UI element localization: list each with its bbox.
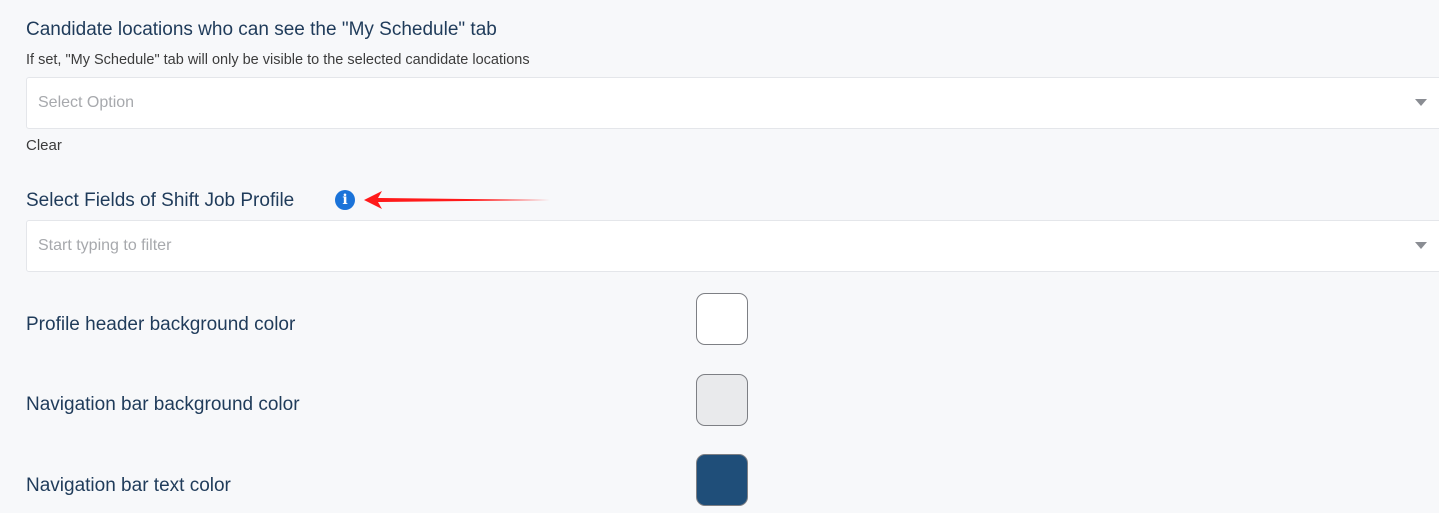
- profile-header-bg-color-swatch[interactable]: [696, 293, 748, 345]
- clear-button[interactable]: Clear: [26, 138, 62, 153]
- profile-header-bg-color-label: Profile header background color: [26, 314, 296, 335]
- nav-bar-bg-color-swatch[interactable]: [696, 374, 748, 426]
- red-arrow-annotation-icon: [364, 191, 550, 209]
- candidate-locations-select[interactable]: Select Option: [26, 77, 1439, 129]
- info-icon[interactable]: i: [335, 190, 355, 210]
- nav-bar-text-color-swatch[interactable]: [696, 454, 748, 506]
- shift-job-profile-filter-placeholder: Start typing to filter: [38, 237, 172, 254]
- chevron-down-icon[interactable]: [1415, 242, 1427, 249]
- chevron-down-icon[interactable]: [1415, 99, 1427, 106]
- candidate-locations-description: If set, "My Schedule" tab will only be v…: [26, 52, 530, 68]
- candidate-locations-title: Candidate locations who can see the "My …: [26, 19, 497, 40]
- shift-job-profile-filter[interactable]: Start typing to filter: [26, 220, 1439, 272]
- nav-bar-bg-color-label: Navigation bar background color: [26, 394, 300, 415]
- candidate-locations-select-placeholder: Select Option: [38, 94, 135, 111]
- shift-job-profile-title: Select Fields of Shift Job Profile: [26, 190, 295, 211]
- nav-bar-text-color-label: Navigation bar text color: [26, 475, 231, 496]
